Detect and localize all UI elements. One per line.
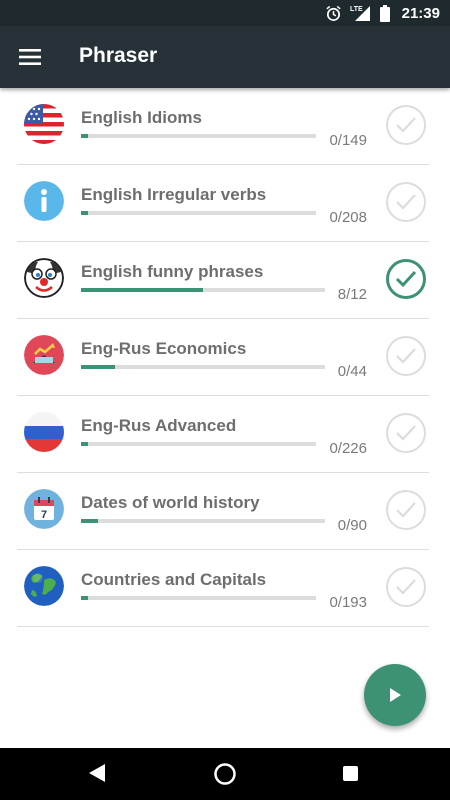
check-icon [395, 270, 417, 288]
progress-fill [81, 596, 88, 600]
progress-bar [81, 442, 316, 446]
calendar-icon: 7 [24, 489, 64, 529]
check-icon [396, 502, 416, 518]
progress-count: 0/44 [337, 363, 367, 380]
progress-count: 0/90 [337, 517, 367, 534]
menu-button[interactable] [12, 39, 48, 75]
progress-count: 0/208 [329, 209, 367, 226]
list-item[interactable]: English Idioms 0/149 [17, 88, 429, 165]
checkmark-button[interactable] [386, 182, 426, 222]
item-title: Dates of world history [81, 493, 260, 512]
item-title: English Idioms [81, 108, 202, 127]
progress-fill [81, 211, 88, 215]
progress-count: 0/193 [329, 594, 367, 611]
app-title: Phraser [79, 44, 158, 67]
progress-bar [81, 596, 316, 600]
list-item[interactable]: Countries and Capitals 0/193 [17, 550, 429, 627]
progress-bar [81, 519, 325, 523]
list-item[interactable]: English Irregular verbs 0/208 [17, 165, 429, 242]
economics-chart-icon [24, 335, 64, 375]
status-icons: LTE 21:39 [325, 3, 440, 23]
app-bar: Phraser [0, 26, 450, 88]
progress-count: 0/226 [329, 440, 367, 457]
progress-count: 8/12 [337, 286, 367, 303]
checkmark-button[interactable] [386, 413, 426, 453]
item-title: Eng-Rus Advanced [81, 416, 237, 435]
svg-text:LTE: LTE [350, 6, 363, 13]
list-item[interactable]: Eng-Rus Economics 0/44 [17, 319, 429, 396]
us-flag-icon [24, 104, 64, 144]
navigation-bar [0, 748, 450, 800]
list-item[interactable]: Eng-Rus Advanced 0/226 [17, 396, 429, 473]
list-item[interactable]: English funny phrases 8/12 [17, 242, 429, 319]
check-icon [396, 425, 416, 441]
status-bar: LTE 21:39 [0, 0, 450, 26]
check-icon [396, 579, 416, 595]
info-icon [24, 181, 64, 221]
check-icon [396, 194, 416, 210]
item-title: Countries and Capitals [81, 570, 267, 589]
check-icon [396, 348, 416, 364]
play-button[interactable] [364, 664, 426, 726]
battery-icon [379, 4, 390, 22]
checkmark-button[interactable] [386, 490, 426, 530]
alarm-icon [326, 5, 341, 21]
progress-fill [81, 442, 88, 446]
hamburger-menu-icon [19, 49, 41, 65]
checkmark-button[interactable] [386, 105, 426, 145]
checkmark-button[interactable] [386, 567, 426, 607]
check-icon [396, 117, 416, 133]
recents-icon[interactable] [343, 766, 358, 781]
home-icon[interactable] [213, 762, 237, 786]
item-title: Eng-Rus Economics [81, 339, 247, 358]
progress-bar [81, 211, 316, 215]
globe-icon [24, 566, 64, 606]
progress-fill [81, 365, 115, 369]
progress-bar [81, 365, 325, 369]
phrasebook-list: English Idioms 0/149 English Irregular v… [17, 88, 429, 627]
clown-face-icon [24, 258, 64, 298]
status-time: 21:39 [401, 4, 440, 22]
checkmark-button[interactable] [386, 259, 426, 299]
play-icon [390, 688, 401, 702]
item-title: English Irregular verbs [81, 185, 267, 204]
progress-fill [81, 288, 203, 292]
russian-flag-icon [24, 412, 64, 452]
item-title: English funny phrases [81, 262, 264, 281]
back-icon[interactable] [88, 763, 106, 783]
list-item[interactable]: 7 Dates of world history 0/90 [17, 473, 429, 550]
svg-text:7: 7 [41, 509, 47, 521]
checkmark-button[interactable] [386, 336, 426, 376]
progress-bar [81, 134, 316, 138]
progress-fill [81, 134, 88, 138]
signal-icon: LTE [350, 6, 370, 21]
progress-bar [81, 288, 325, 292]
progress-count: 0/149 [329, 132, 367, 149]
progress-fill [81, 519, 98, 523]
